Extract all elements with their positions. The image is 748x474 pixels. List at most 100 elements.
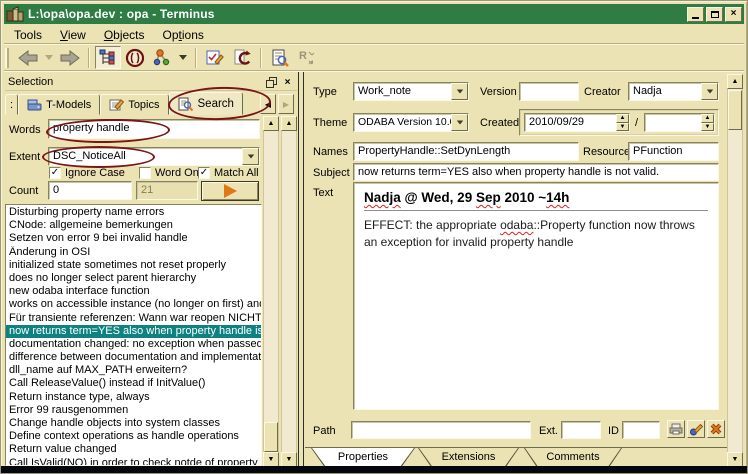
spin-up-icon: ▲ (616, 114, 629, 123)
list-item[interactable]: initialized state sometimes not reset pr… (6, 259, 261, 272)
close-panel-button[interactable]: × (281, 76, 294, 89)
list-item[interactable]: Änderung in OSI (6, 246, 261, 259)
list-item[interactable]: Return instance type, always (6, 391, 261, 404)
list-item[interactable]: Error 99 rausgenommen (6, 404, 261, 417)
tree-view-button[interactable] (95, 46, 121, 69)
maximize-button[interactable] (706, 7, 723, 22)
resource-label: Resource (583, 146, 630, 158)
tab-extensions[interactable]: Extensions (418, 448, 519, 467)
title-bar: L:\opa\opa.dev : opa - Terminus × (4, 4, 744, 24)
list-item[interactable]: does no longer select parent hierarchy (6, 272, 261, 285)
target-view-button[interactable] (122, 46, 148, 69)
text-segment: 2010 ~ (501, 190, 546, 205)
tab-label: Properties (312, 448, 414, 466)
menu-item-objects[interactable]: Objects (95, 27, 154, 43)
toolbar-separator (88, 48, 90, 68)
tab-topics[interactable]: Topics (100, 94, 168, 115)
word-only-checkbox[interactable]: Word Only (139, 167, 207, 179)
names-input[interactable]: PropertyHandle::SetDynLength (353, 142, 579, 161)
right-scroll-down-button[interactable]: ▼ (727, 452, 743, 467)
form-scrollbar-thumb[interactable] (264, 422, 278, 452)
report-search-button[interactable] (267, 46, 293, 69)
subject-input[interactable]: now returns term=YES also when property … (353, 163, 719, 181)
words-input[interactable]: property handle (48, 119, 260, 139)
count-input[interactable]: 0 (48, 181, 132, 200)
form-scroll-up-button[interactable]: ▲ (263, 116, 279, 131)
tab-search[interactable]: Search (169, 92, 243, 115)
relations-button[interactable] (149, 46, 175, 69)
creator-dropdown-button[interactable] (701, 83, 718, 100)
list-item[interactable]: works on accessible instance (no longer … (6, 298, 261, 311)
menu-item-view[interactable]: View (51, 27, 95, 43)
forward-button[interactable] (57, 46, 83, 69)
toolbar-grip[interactable] (5, 48, 9, 68)
id-input[interactable] (622, 421, 660, 439)
tab-partial[interactable]: : (5, 94, 18, 115)
right-scrollbar-thumb[interactable] (728, 90, 742, 130)
list-item[interactable]: Call IsValid(NO) in order to check notde… (6, 457, 261, 466)
list-item[interactable]: Setzen von error 9 bei invalid handle (6, 232, 261, 245)
created-date-input[interactable]: 2010/09/29 (524, 113, 630, 132)
version-input[interactable] (519, 82, 579, 101)
list-item[interactable]: Für transiente referenzen: Wann war reop… (6, 312, 261, 325)
type-dropdown-button[interactable] (451, 83, 468, 100)
list-item[interactable]: documentation changed: no exception when… (6, 338, 261, 351)
list-item[interactable]: Disturbing property name errors (6, 206, 261, 219)
panel-scrollbar[interactable] (281, 116, 297, 466)
list-item[interactable]: new odaba interface function (6, 285, 261, 298)
list-item[interactable]: dll_name auf MAX_PATH erweitern? (6, 364, 261, 377)
edit-note-button[interactable] (202, 46, 228, 69)
theme-dropdown-button[interactable] (451, 114, 468, 131)
text-editor[interactable]: Nadja @ Wed, 29 Sep 2010 ~14h EFFECT: th… (353, 182, 719, 410)
created-date-spinner[interactable]: ▲▼ (616, 114, 629, 131)
tab-t-models[interactable]: T-Models (18, 94, 100, 115)
panel-scroll-up-button[interactable]: ▲ (281, 116, 297, 131)
created-time-spinner[interactable]: ▲▼ (701, 114, 714, 131)
resource-input[interactable]: PFunction (628, 142, 719, 161)
match-all-checkbox[interactable]: ✓ Match All (198, 167, 259, 179)
form-scrollbar[interactable] (263, 116, 279, 466)
list-item[interactable]: CNode: allgemeine bemerkungen (6, 219, 261, 232)
spin-down-icon: ▼ (701, 123, 714, 132)
extent-combobox[interactable]: DSC_NoticeAll (48, 147, 260, 166)
reorganize-button[interactable]: R (294, 46, 320, 69)
tab-scroll-right-button[interactable]: ▶ (278, 94, 294, 114)
path-input[interactable] (351, 421, 531, 439)
list-item[interactable]: Return value changed (6, 443, 261, 456)
panel-splitter[interactable] (299, 72, 304, 466)
back-history-button[interactable] (42, 46, 56, 69)
undo-button[interactable] (229, 46, 255, 69)
list-item[interactable]: Define context operations as handle oper… (6, 430, 261, 443)
right-scroll-up-button[interactable]: ▲ (727, 74, 743, 89)
relations-menu-button[interactable] (176, 46, 190, 69)
ignore-case-checkbox[interactable]: ✓ Ignore Case (49, 167, 125, 179)
ext-input[interactable] (561, 421, 601, 439)
list-item[interactable]: Change handle objects into system classe… (6, 417, 261, 430)
float-panel-button[interactable] (265, 76, 278, 89)
tab-scroll-left-button[interactable]: ◀ (260, 94, 276, 114)
run-search-button[interactable] (201, 181, 259, 201)
spellcheck-word: 14h (546, 190, 569, 205)
list-item[interactable]: difference between documentation and imp… (6, 351, 261, 364)
doc-search-icon (178, 97, 194, 111)
delete-button[interactable] (707, 420, 725, 438)
panel-scroll-down-button[interactable]: ▼ (281, 452, 297, 467)
print-button[interactable] (667, 420, 685, 438)
menu-item-tools[interactable]: Tools (5, 27, 51, 43)
print-icon (669, 422, 683, 436)
menu-item-options[interactable]: Options (154, 27, 213, 43)
back-button[interactable] (15, 46, 41, 69)
list-item[interactable]: now returns term=YES also when property … (6, 325, 261, 338)
list-item[interactable]: Call ReleaseValue() instead if InitValue… (6, 377, 261, 390)
minimize-button[interactable] (687, 7, 704, 22)
pen-button[interactable] (687, 420, 705, 438)
relations-dropdown-icon (179, 55, 187, 60)
tab-properties[interactable]: Properties (311, 448, 415, 467)
form-scroll-down-button[interactable]: ▼ (263, 452, 279, 467)
search-results-list[interactable]: Disturbing property name errorsCNode: al… (5, 204, 262, 466)
close-button[interactable]: × (725, 7, 742, 22)
right-scrollbar[interactable] (727, 74, 743, 466)
version-label: Version (480, 86, 517, 98)
extent-dropdown-button[interactable] (242, 148, 259, 165)
tab-comments[interactable]: Comments (524, 448, 622, 467)
